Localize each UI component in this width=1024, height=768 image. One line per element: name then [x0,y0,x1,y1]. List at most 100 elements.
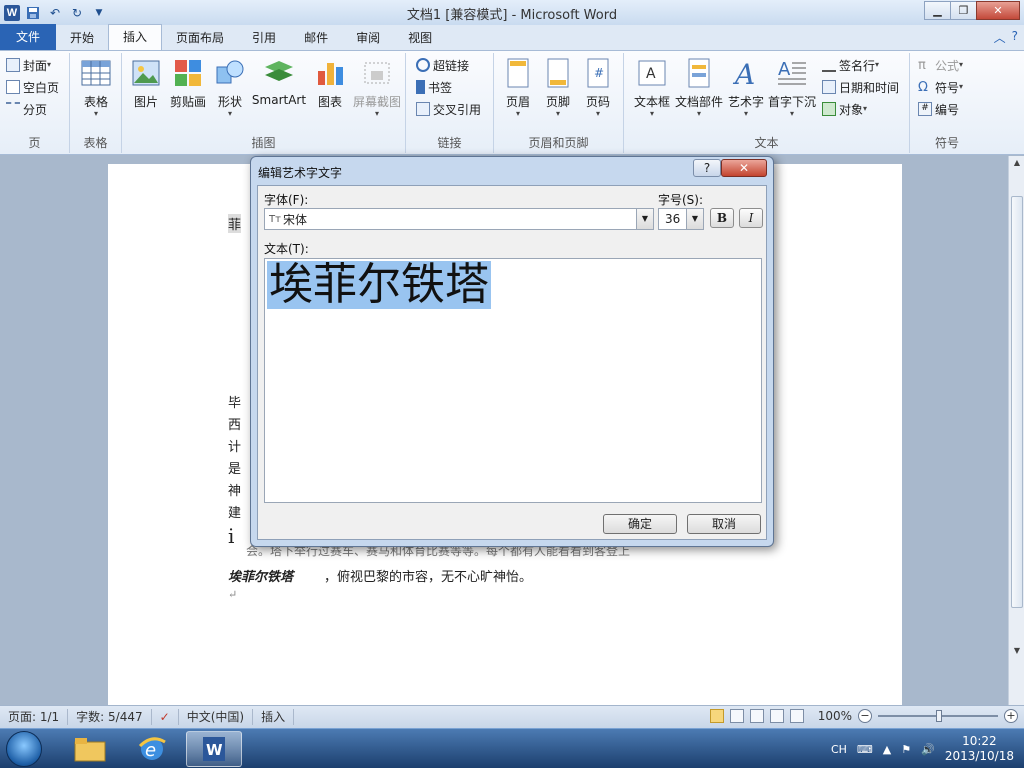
group-pages: 封面 ▾ 空白页 分页 页 [0,53,70,153]
undo-icon[interactable]: ↶ [46,4,64,22]
clock[interactable]: 10:22 2013/10/18 [945,734,1014,764]
drop-cap-button[interactable]: A 首字下沉 ▾ [766,55,818,123]
scroll-down-icon[interactable]: ▼ [1011,646,1023,658]
cover-page-icon [6,58,20,72]
outline-view-icon[interactable] [769,709,784,723]
clipart-icon [175,60,201,86]
language-indicator[interactable]: 中文(中国) [179,709,254,725]
vertical-scrollbar[interactable]: ▲ ▼ [1008,156,1024,705]
scroll-up-icon[interactable]: ▲ [1011,158,1023,170]
shapes-icon [216,60,244,84]
draft-view-icon[interactable] [789,709,804,723]
page-count[interactable]: 页面: 1/1 [0,709,69,725]
close-button[interactable]: ✕ [976,1,1020,20]
web-layout-view-icon[interactable] [749,709,764,723]
help-icon[interactable]: ? [1012,29,1018,46]
screenshot-button[interactable]: 屏幕截图 ▾ [350,55,404,123]
dialog-close-button[interactable]: ✕ [721,159,767,177]
size-select[interactable]: 36 ▼ [658,208,704,230]
object-button[interactable]: 对象 ▾ [822,99,867,119]
ribbon-tabs: 文件 开始 插入 页面布局 引用 邮件 审阅 视图 ︿ ? [0,24,1024,51]
picture-button[interactable]: 图片 [122,55,170,123]
word-count[interactable]: 字数: 5/447 [68,709,152,725]
group-label-header-footer: 页眉和页脚 [528,136,589,150]
svg-text:A: A [732,58,755,89]
tab-home[interactable]: 开始 [56,26,108,50]
table-icon [81,60,111,86]
doc-line-5: 是 [228,462,242,477]
chart-button[interactable]: 图表 [306,55,354,123]
tab-mailings[interactable]: 邮件 [290,26,342,50]
size-dropdown-icon[interactable]: ▼ [686,209,703,229]
tab-insert[interactable]: 插入 [108,24,163,50]
ime-indicator[interactable]: CH [831,743,847,756]
wordart-button[interactable]: A 艺术字 ▾ [722,55,770,123]
group-label-links: 链接 [437,136,462,150]
scroll-thumb[interactable] [1011,196,1023,608]
group-links: 超链接 书签 交叉引用 链接 [406,53,494,153]
numbering-button[interactable]: # 编号 [918,99,959,119]
tab-references[interactable]: 引用 [238,26,290,50]
wordart-text-input[interactable]: 埃菲尔铁塔 [264,258,762,503]
font-dropdown-icon[interactable]: ▼ [636,209,653,229]
volume-icon[interactable]: 🔊 [921,743,935,756]
ok-button[interactable]: 确定 [603,514,677,534]
cover-page-button[interactable]: 封面 ▾ [6,55,51,75]
table-button[interactable]: 表格 ▾ [72,55,120,123]
zoom-level[interactable]: 100% [818,709,852,723]
smartart-button[interactable]: SmartArt [248,55,310,123]
keyboard-icon[interactable]: ⌨ [857,743,873,756]
minimize-button[interactable]: ▁ [924,1,951,20]
word-taskbar-icon[interactable]: W [186,731,242,767]
redo-icon[interactable]: ↻ [68,4,86,22]
tab-page-layout[interactable]: 页面布局 [162,26,238,50]
italic-button[interactable]: I [739,208,763,228]
explorer-taskbar-icon[interactable] [62,731,118,767]
page-break-icon [6,102,20,116]
full-screen-reading-view-icon[interactable] [729,709,744,723]
quick-parts-button[interactable]: 文档部件 ▾ [674,55,724,123]
object-icon [822,102,836,116]
dialog-help-button[interactable]: ? [693,159,721,177]
restore-button[interactable]: ❐ [950,1,977,20]
start-button[interactable] [6,731,42,767]
tab-view[interactable]: 视图 [394,26,446,50]
font-label: 字体(F): [264,193,309,207]
textbox-icon: A [638,60,666,86]
zoom-out-icon[interactable]: − [858,709,872,723]
word-app-icon[interactable]: W [4,4,20,21]
tab-review[interactable]: 审阅 [342,26,394,50]
tab-file[interactable]: 文件 [0,24,56,50]
hyperlink-button[interactable]: 超链接 [416,55,469,75]
save-icon[interactable] [24,4,42,22]
customize-toolbar-icon[interactable]: ▼ [90,4,108,22]
cross-reference-button[interactable]: 交叉引用 [416,99,481,119]
proofing-icon[interactable]: ✓ [152,709,179,725]
date-time-button[interactable]: 日期和时间 [822,77,899,97]
signature-line-button[interactable]: 签名行 ▾ [822,55,879,75]
equation-button[interactable]: π 公式 ▾ [918,55,963,75]
shapes-button[interactable]: 形状 ▾ [206,55,254,123]
font-select[interactable]: Tт 宋体 ▼ [264,208,654,230]
cancel-button[interactable]: 取消 [687,514,761,534]
flag-icon[interactable]: ⚑ [901,743,911,756]
textbox-button[interactable]: A 文本框 ▾ [628,55,676,123]
clipart-button[interactable]: 剪贴画 [164,55,212,123]
page-break-button[interactable]: 分页 [6,99,47,119]
zoom-in-icon[interactable]: + [1004,709,1018,723]
show-hidden-icons-icon[interactable]: ▲ [883,743,891,756]
insert-mode[interactable]: 插入 [253,709,295,725]
zoom-slider-thumb[interactable] [936,710,942,722]
cross-reference-icon [416,102,430,116]
clock-date: 2013/10/18 [944,749,1014,763]
quick-parts-icon [688,58,710,88]
bold-button[interactable]: B [710,208,734,228]
bookmark-button[interactable]: 书签 [416,77,452,97]
ie-taskbar-icon[interactable]: e [124,731,180,767]
zoom-slider[interactable] [878,710,998,722]
print-layout-view-icon[interactable] [709,709,724,723]
blank-page-button[interactable]: 空白页 [6,77,59,97]
symbol-button[interactable]: Ω 符号 ▾ [918,77,963,97]
page-number-button[interactable]: # 页码 ▾ [574,55,622,123]
minimize-ribbon-icon[interactable]: ︿ [994,29,1006,46]
